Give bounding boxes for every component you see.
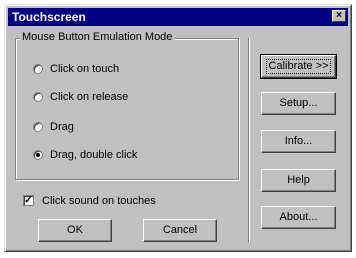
about-button[interactable]: About... — [261, 206, 336, 229]
radio-dot-icon — [36, 153, 40, 157]
group-label: Mouse Button Emulation Mode — [20, 31, 175, 43]
cancel-button[interactable]: Cancel — [143, 219, 217, 242]
divider — [248, 38, 250, 243]
mouse-emulation-group: Mouse Button Emulation Mode Click on tou… — [15, 31, 239, 180]
radio-icon-selected[interactable] — [33, 150, 43, 160]
radio-icon[interactable] — [33, 122, 43, 132]
title-bar[interactable]: Touchscreen × — [8, 8, 348, 26]
calibrate-button-label: Calibrate >> — [265, 59, 332, 74]
info-button[interactable]: Info... — [261, 130, 336, 153]
radio-icon[interactable] — [33, 64, 43, 74]
radio-label: Drag — [50, 121, 74, 133]
close-icon[interactable]: × — [332, 10, 346, 22]
ok-button[interactable]: OK — [38, 219, 112, 242]
setup-button[interactable]: Setup... — [261, 92, 336, 115]
click-sound-label: Click sound on touches — [42, 195, 156, 207]
radio-label: Click on release — [50, 91, 129, 103]
touchscreen-dialog: Touchscreen × Mouse Button Emulation Mod… — [4, 4, 352, 252]
radio-label: Drag, double click — [50, 149, 138, 161]
checkbox-checked-icon[interactable]: ✓ — [23, 195, 34, 206]
radio-icon[interactable] — [33, 92, 43, 102]
window-title: Touchscreen — [12, 10, 86, 24]
calibrate-button[interactable]: Calibrate >> — [260, 54, 337, 79]
help-button[interactable]: Help — [261, 169, 336, 192]
radio-label: Click on touch — [50, 63, 120, 75]
